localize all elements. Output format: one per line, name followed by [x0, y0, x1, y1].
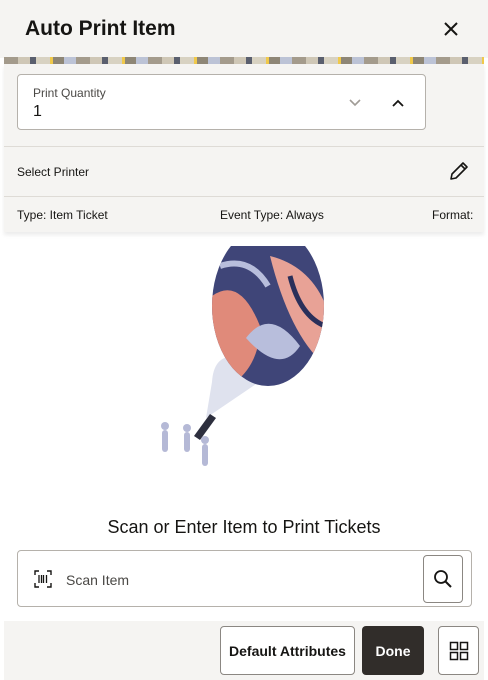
done-button[interactable]: Done	[362, 626, 424, 675]
quantity-decrement-button[interactable]	[344, 92, 366, 114]
search-icon	[434, 570, 452, 588]
grid-icon	[449, 641, 468, 660]
dialog-header: Auto Print Item	[0, 0, 488, 58]
search-button[interactable]	[423, 555, 463, 603]
grid-menu-button[interactable]	[438, 626, 479, 675]
format-text: Format:	[432, 208, 474, 222]
close-button[interactable]	[436, 14, 466, 44]
print-quantity-value[interactable]: 1	[33, 103, 42, 121]
scan-prompt: Scan or Enter Item to Print Tickets	[107, 517, 381, 537]
divider	[4, 196, 484, 197]
chevron-up-icon	[392, 99, 404, 107]
chevron-down-icon	[349, 99, 361, 107]
event-type-text: Event Type: Always	[220, 208, 324, 222]
dialog-title: Auto Print Item	[25, 17, 176, 40]
barcode-icon	[34, 570, 52, 588]
edit-printer-button[interactable]	[446, 158, 472, 184]
scan-item-placeholder[interactable]: Scan Item	[66, 572, 129, 588]
divider	[4, 146, 484, 147]
ticket-type-text: Type: Item Ticket	[17, 208, 108, 222]
pencil-icon	[450, 162, 468, 180]
quantity-increment-button[interactable]	[387, 92, 409, 114]
default-attributes-button[interactable]: Default Attributes	[220, 626, 355, 675]
close-icon	[444, 22, 458, 36]
flashlight-illustration	[161, 246, 324, 466]
scan-item-input[interactable]: Scan Item	[17, 550, 472, 607]
print-quantity-field[interactable]: Print Quantity 1	[17, 74, 426, 130]
select-printer-label: Select Printer	[17, 165, 90, 179]
print-quantity-label: Print Quantity	[33, 86, 106, 100]
header-banner	[4, 57, 484, 64]
